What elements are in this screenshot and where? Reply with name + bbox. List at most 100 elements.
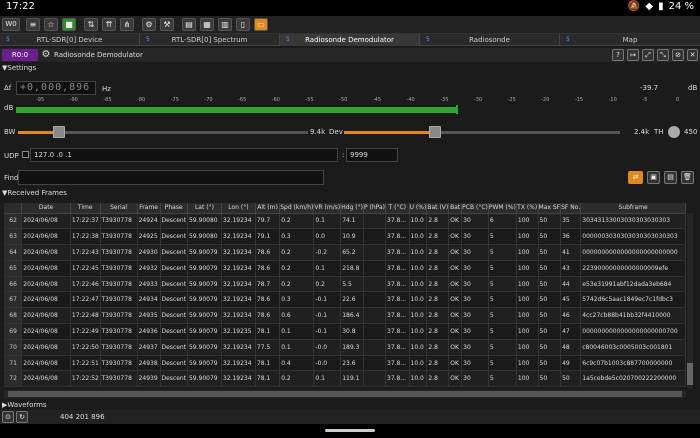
column-header[interactable]: U (%) — [409, 203, 428, 214]
table-row[interactable]: 64 2024/06/08 17:22:43 T3930778 24930 Descent… — [4, 244, 686, 261]
table-row[interactable]: 69 2024/06/08 17:22:49 T3930778 24936 Descent… — [4, 323, 686, 340]
column-header[interactable]: Hdg (°) — [340, 203, 364, 214]
table-row[interactable]: 62 2024/06/08 17:22:37 T3930778 24924 Descent… — [4, 213, 686, 230]
table-cell: 5.5 — [340, 276, 364, 293]
table-row[interactable]: 65 2024/06/08 17:22:45 T3930778 24932 Descent… — [4, 260, 686, 277]
table-cell: Descent — [160, 307, 188, 325]
table-row[interactable]: 70 2024/06/08 17:22:50 T3930778 24937 Descent… — [4, 339, 686, 356]
column-header[interactable]: Max SF — [538, 203, 562, 214]
grid-icon[interactable]: ▥ — [218, 18, 232, 31]
feature-add-icon[interactable]: ⚙ — [142, 18, 156, 31]
rx-add-icon[interactable]: ⇅ — [84, 18, 98, 31]
move-icon[interactable]: ↦ — [627, 49, 639, 61]
table-row[interactable]: 68 2024/06/08 17:22:48 T3930778 24935 Descent… — [4, 307, 686, 325]
column-header[interactable]: PCB (°C) — [461, 203, 489, 214]
home-gesture-handle[interactable] — [325, 429, 375, 432]
bw-slider-thumb[interactable] — [52, 126, 65, 138]
frequency-offset-dial[interactable]: +0,000,896 — [16, 81, 96, 95]
table-row[interactable]: 72 2024/06/08 17:22:52 T3930778 24939 Descent… — [4, 370, 686, 388]
column-header[interactable]: Serial — [100, 203, 138, 214]
delete-icon[interactable]: 🗑 — [681, 171, 694, 184]
feature-preset-icon[interactable]: ⚒ — [160, 18, 174, 31]
table-cell: 5 — [488, 291, 517, 309]
refresh-icon[interactable]: ↻ — [16, 411, 28, 423]
tab-rtlsdr-device[interactable]: 5 RTL-SDR[0] Device — [0, 34, 140, 46]
tab-radiosonde-demodulator[interactable]: 5 Radiosonde Demodulator — [280, 34, 420, 46]
table-row[interactable]: 71 2024/06/08 17:22:51 T3930778 24938 Descent… — [4, 355, 686, 372]
column-header[interactable]: Frame — [137, 203, 161, 214]
column-header[interactable]: Date — [21, 203, 71, 214]
column-header[interactable]: Time — [70, 203, 101, 214]
table-cell: Descent — [160, 213, 188, 230]
start-stop-icon[interactable]: ■ — [62, 18, 76, 31]
udp-port-input[interactable]: 9999 — [346, 148, 398, 162]
tab-radiosonde[interactable]: 5 Radiosonde — [420, 34, 560, 46]
udp-address-input[interactable]: 127.0 .0 .1 — [30, 148, 338, 162]
column-header[interactable]: Subframe — [580, 203, 686, 214]
tab-rtlsdr-spectrum[interactable]: 5 RTL-SDR[0] Spectrum — [140, 34, 280, 46]
column-header[interactable]: SF No. — [560, 203, 582, 214]
stack-icon[interactable]: ▯ — [236, 18, 250, 31]
table-row[interactable]: 67 2024/06/08 17:22:47 T3930778 24934 Descent… — [4, 291, 686, 309]
hide-icon[interactable]: ⊘ — [672, 49, 684, 61]
udp-checkbox[interactable] — [22, 151, 29, 158]
help-icon[interactable]: ? — [612, 49, 624, 61]
column-header[interactable]: PWM (%) — [488, 203, 517, 214]
menu-icon[interactable]: ≡ — [26, 18, 40, 31]
row-number: 69 — [4, 323, 23, 340]
shrink-icon[interactable]: ⤡ — [657, 49, 669, 61]
table-cell: 50 — [538, 260, 562, 277]
find-input[interactable] — [18, 170, 324, 185]
tab-map[interactable]: 5 Map — [560, 34, 700, 46]
tx-add-icon[interactable]: ⇈ — [102, 18, 116, 31]
column-header[interactable]: Alt (m) — [255, 203, 281, 214]
column-header[interactable]: Bat — [448, 203, 463, 214]
gear-icon[interactable]: ⚙ — [40, 49, 52, 61]
mimo-add-icon[interactable]: ⋔ — [120, 18, 134, 31]
device-stream-tag[interactable]: R0:0 — [2, 49, 38, 61]
cascade-icon[interactable]: ▤ — [182, 18, 196, 31]
scrollbar-thumb[interactable] — [687, 363, 693, 385]
tabs-icon[interactable]: ▭ — [254, 18, 268, 31]
table-cell: 32.19234 — [221, 355, 256, 372]
table-cell: 17:22:50 — [70, 339, 101, 356]
scrollbar-thumb[interactable] — [8, 391, 682, 397]
waveforms-header[interactable]: ▶Waveforms — [2, 401, 47, 409]
table-cell: 17:22:37 — [70, 213, 101, 230]
table-horizontal-scrollbar[interactable] — [4, 390, 686, 398]
threshold-dial[interactable] — [668, 126, 680, 138]
column-header[interactable]: Spd (km/h) — [279, 203, 315, 214]
column-header[interactable]: Bat (V) — [426, 203, 450, 214]
open-icon[interactable]: ▤ — [664, 171, 677, 184]
column-header[interactable]: Lat (°) — [187, 203, 222, 214]
maximize-icon[interactable]: ⤢ — [642, 49, 654, 61]
scroll-link-icon[interactable]: ⇄ — [628, 171, 643, 184]
table-cell: 24924 — [137, 213, 161, 230]
column-header[interactable]: P (hPa) — [363, 203, 387, 214]
close-icon[interactable]: ✕ — [687, 49, 698, 61]
table-row[interactable]: 66 2024/06/08 17:22:46 T3930778 24933 Descent… — [4, 276, 686, 293]
column-header[interactable]: TX (%) — [516, 203, 539, 214]
save-icon[interactable]: ▣ — [647, 171, 660, 184]
table-row[interactable]: 63 2024/06/08 17:22:38 T3930778 24925 Descent… — [4, 228, 686, 246]
table-cell: Descent — [160, 323, 188, 340]
column-header[interactable]: Phase — [160, 203, 188, 214]
column-header[interactable]: T (°C) — [385, 203, 410, 214]
workspace-button[interactable]: W0 — [2, 18, 20, 31]
meter-tick-label: -85 — [103, 97, 112, 103]
table-vertical-scrollbar[interactable] — [687, 213, 693, 389]
meter-tick-label: -15 — [574, 97, 584, 103]
location-icon[interactable]: ⊙ — [2, 411, 14, 423]
settings-header[interactable]: ▼Settings — [2, 64, 36, 72]
tile-icon[interactable]: ▦ — [200, 18, 214, 31]
received-frames-header[interactable]: ▼Received Frames — [2, 189, 67, 197]
table-cell: 17:22:48 — [70, 307, 101, 325]
column-header[interactable]: Lon (°) — [221, 203, 256, 214]
table-cell: 2.8 — [426, 228, 450, 246]
star-icon[interactable]: ☆ — [44, 18, 58, 31]
table-cell: OK — [448, 339, 463, 356]
table-cell: 50 — [538, 307, 562, 325]
dev-slider-thumb[interactable] — [429, 126, 442, 138]
table-cell: T3930778 — [100, 355, 138, 372]
column-header[interactable]: VR (m/s) — [313, 203, 342, 214]
